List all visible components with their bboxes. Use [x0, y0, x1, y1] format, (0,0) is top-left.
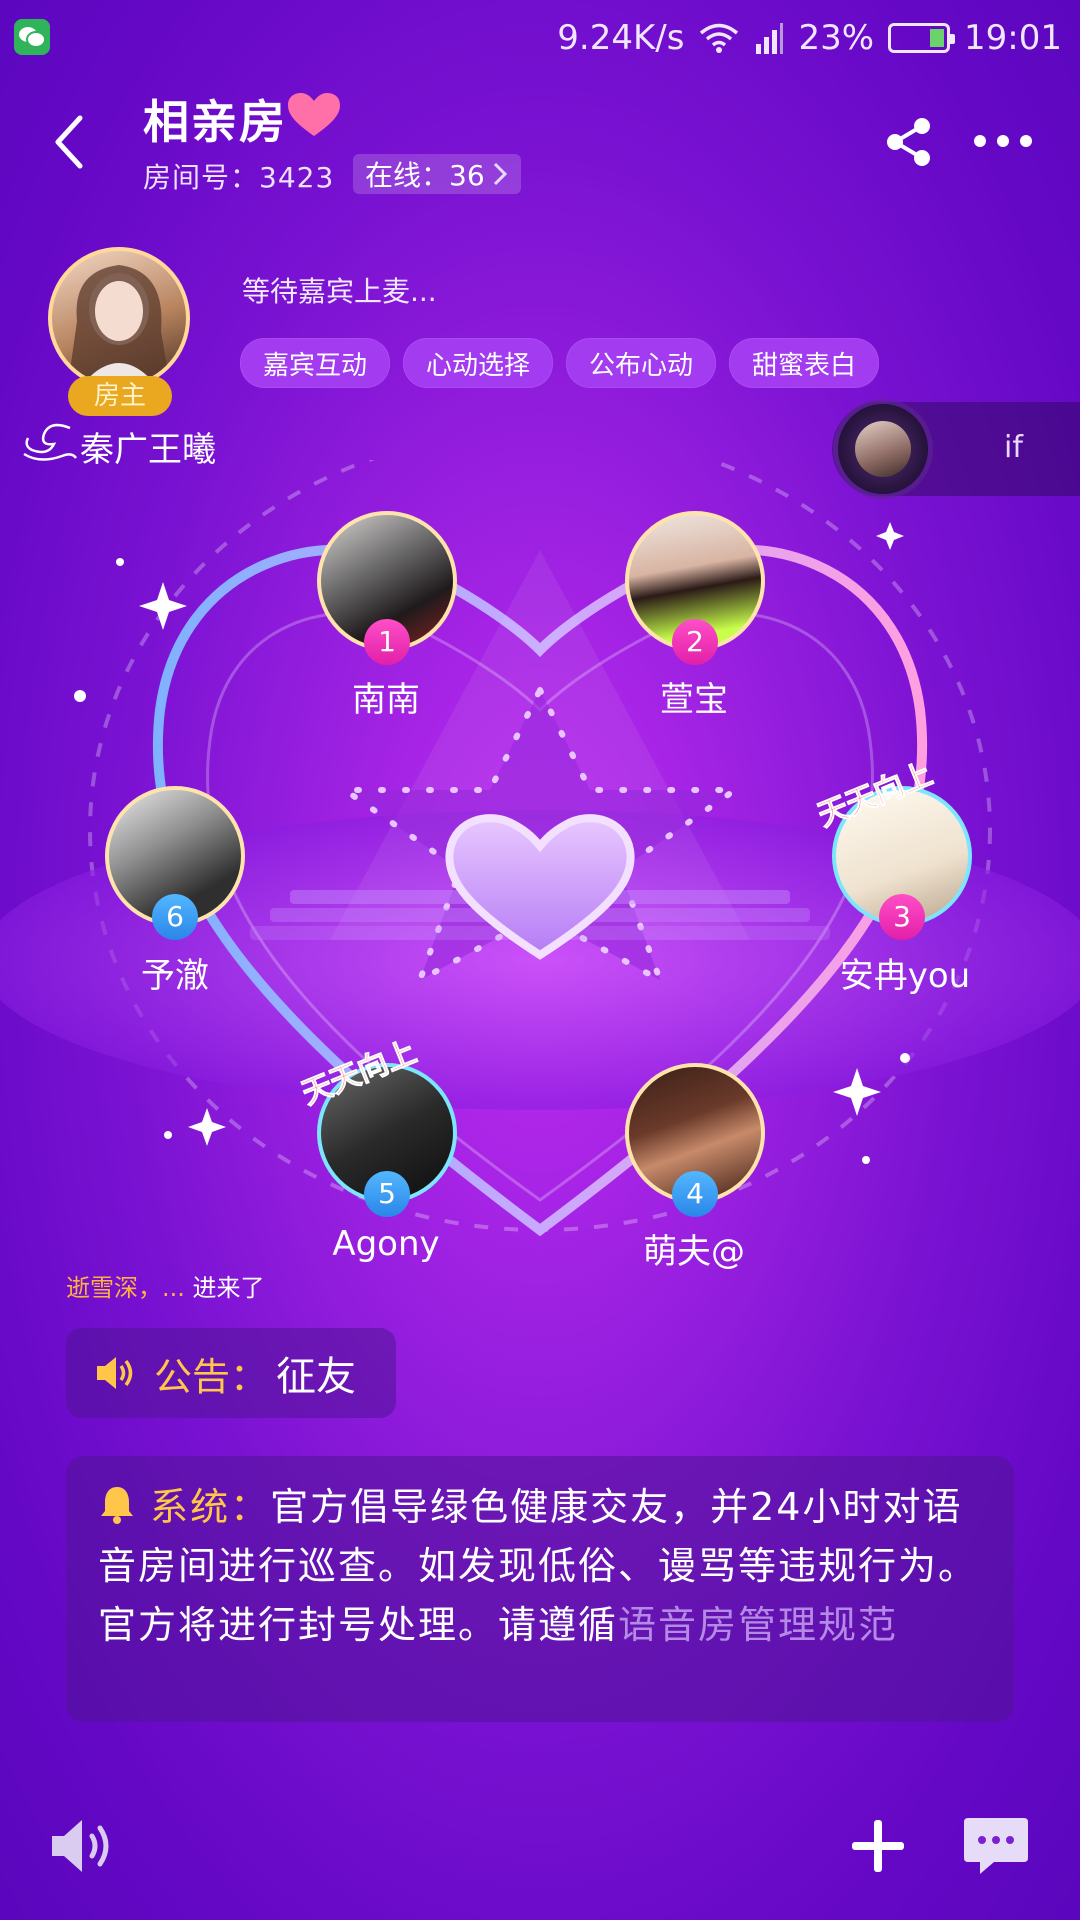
wifi-icon	[700, 23, 739, 53]
battery-icon	[888, 23, 956, 53]
seat-2[interactable]: 2	[625, 511, 765, 665]
announcement[interactable]: 公告： 征友	[66, 1328, 396, 1418]
waiting-status: 等待嘉宾上麦...	[242, 275, 437, 308]
bell-icon	[101, 1487, 133, 1524]
chevron-right-icon	[493, 162, 507, 186]
room-title: 相亲房	[143, 95, 287, 149]
seat-name: 予澈	[141, 956, 209, 996]
back-icon	[55, 115, 83, 169]
plus-icon	[852, 1820, 904, 1872]
back-button[interactable]	[46, 112, 96, 172]
chat-button[interactable]	[962, 1816, 1030, 1878]
more-button[interactable]	[972, 130, 1034, 152]
join-message: 逝雪深，... 进来了	[66, 1268, 265, 1303]
volume-icon	[52, 1820, 109, 1872]
seat-number: 2	[672, 619, 718, 665]
join-user: 逝雪深，...	[66, 1274, 185, 1302]
ornament-icon	[23, 423, 78, 461]
online-count: 在线：36	[365, 159, 485, 192]
seat-name: Agony	[332, 1224, 440, 1264]
join-action: 进来了	[192, 1274, 265, 1302]
announcement-label: 公告：	[154, 1354, 269, 1399]
system-label: 系统：	[150, 1485, 271, 1529]
host-avatar[interactable]	[48, 247, 190, 389]
share-icon	[887, 118, 930, 166]
announcement-text: 征友	[276, 1354, 357, 1400]
heart-icon	[288, 93, 340, 136]
wechat-notification-icon	[14, 19, 50, 55]
seat-name: 萌夫@	[643, 1232, 745, 1272]
seat-name: 南南	[352, 680, 420, 720]
net-speed: 9.24K/s	[557, 18, 685, 58]
seat-name: 萱宝	[660, 680, 728, 720]
rules-link[interactable]: 语音房管理规范	[618, 1603, 898, 1647]
seat-number: 6	[152, 894, 198, 940]
seat-number: 1	[364, 619, 410, 665]
seat-1[interactable]: 1	[317, 511, 457, 665]
host-badge: 房主	[68, 376, 172, 416]
signal-icon	[756, 23, 784, 54]
heart-choice-button[interactable]: 心动选择	[403, 338, 554, 388]
room-id: 房间号：3423	[143, 161, 335, 194]
add-button[interactable]	[850, 1818, 906, 1874]
host-portrait	[68, 265, 170, 385]
seat-6[interactable]: 6	[105, 786, 245, 940]
share-button[interactable]	[884, 116, 934, 168]
sweet-confession-button[interactable]: 甜蜜表白	[729, 338, 880, 388]
system-message: 系统：官方倡导绿色健康交友，并24小时对语音房间进行巡查。如发现低俗、谩骂等违规…	[66, 1456, 1014, 1722]
seat-number: 5	[364, 1171, 410, 1217]
clock: 19:01	[964, 18, 1062, 58]
seat-number: 4	[672, 1171, 718, 1217]
more-icon	[974, 135, 1032, 147]
guest-interaction-button[interactable]: 嘉宾互动	[240, 338, 391, 388]
mute-toggle-button[interactable]	[48, 1816, 120, 1876]
announce-heart-button[interactable]: 公布心动	[566, 338, 717, 388]
speaker-icon	[97, 1357, 133, 1389]
seat-4[interactable]: 4	[625, 1063, 765, 1217]
status-bar: 9.24K/s 23% 19:01	[0, 0, 1080, 76]
seat-number: 3	[879, 894, 925, 940]
host-actions: 嘉宾互动 心动选择 公布心动 甜蜜表白	[240, 338, 880, 388]
chat-icon	[964, 1818, 1028, 1874]
online-count-button[interactable]: 在线：36	[353, 154, 521, 194]
battery-percent: 23%	[798, 18, 875, 58]
seat-name: 安冉you	[839, 956, 971, 996]
